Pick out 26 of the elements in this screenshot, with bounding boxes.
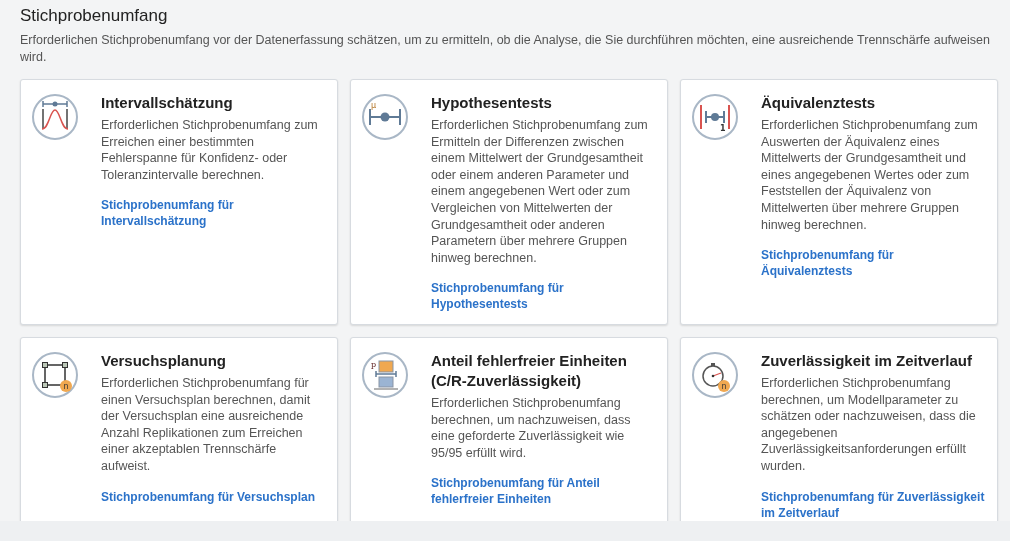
card-description: Erforderlichen Stichprobenumfang berechnen, um nachzuweisen, dass eine geforderte Zuverlässigkeit wie 95/95 erfüllt wird. (431, 395, 632, 462)
card-title: Äquivalenztests (761, 93, 876, 113)
card-title: Intervallschätzung (101, 93, 233, 113)
square-design-icon: n (31, 351, 79, 399)
card-link[interactable]: Stichprobenumfang für Hypothesentests (431, 280, 655, 313)
card-title: Versuchsplanung (101, 351, 227, 371)
card-link[interactable]: Stichprobenumfang für Versuchsplan (101, 488, 316, 505)
card-link[interactable]: Stichprobenumfang für Äquivalenztests (761, 247, 985, 280)
card-description: Erforderlichen Stichprobenumfang zum Erreichen einer bestimmten Fehlerspanne für Konfidenz- oder Toleranzintervalle berechnen. (101, 117, 319, 184)
card-link[interactable]: Stichprobenumfang für Intervallschätzung (101, 197, 325, 230)
card-title: Hypothesentests (431, 93, 552, 113)
card-description: Erforderlichen Stichprobenumfang zum Ermitteln der Differenzen zwischen einem Mittelwert der Grundgesamtheit oder einem anderen Parameter und einem angegebenen Wert oder zum Vergleichen von Mittelwerten der Grundgesamtheit oder anderen Parametern über mehrere Gruppen hinweg berechnen. (431, 117, 649, 267)
card-description: Erforderlichen Stichprobenumfang berechnen, um Modellparameter zu schätzen oder nachzuweisen, dass die angegebenen Zuverlässigkeitsanforderungen erfüllt wurden. (761, 375, 977, 475)
card-description: Erforderlichen Stichprobenumfang zum Auswerten der Äquivalenz eines Mittelwerts der Grundgesamtheit und eines angegebenen Wertes oder zum Feststellen der Äquivalenz von Mittelwerten über mehrere Gruppen hinweg berechnen. (761, 117, 979, 234)
balance-boxes-icon: p (361, 351, 409, 399)
interval-point-icon: μ (361, 93, 409, 141)
page-title: Stichprobenumfang (20, 6, 169, 26)
card-link[interactable]: Stichprobenumfang für Anteil fehlerfreier Einheiten (431, 475, 655, 508)
bell-curve-interval-icon (31, 93, 79, 141)
card-description: Erforderlichen Stichprobenumfang für einen Versuchsplan berechnen, damit der Versuchsplan eine ausreichende Anzahl Replikationen zum Erreichen einer akzeptablen Trennschärfe aufweist. (101, 375, 312, 475)
page-description: Erforderlichen Stichprobenumfang vor der Datenerfassung schätzen, um zu ermitteln, ob die Analyse, die Sie durchführen möchten, eine ausreichende Trennschärfe aufweisen wird. (20, 32, 991, 66)
equivalence-interval-icon: 1 (691, 93, 739, 141)
card-link[interactable]: Stichprobenumfang für Zuverlässigkeit im Zeitverlauf (761, 488, 985, 521)
card-title: Anteil fehlerfreier Einheiten (C/R-Zuverlässigkeit) (431, 351, 628, 391)
card-title: Zuverlässigkeit im Zeitverlauf (761, 351, 972, 371)
stopwatch-icon: n (691, 351, 739, 399)
